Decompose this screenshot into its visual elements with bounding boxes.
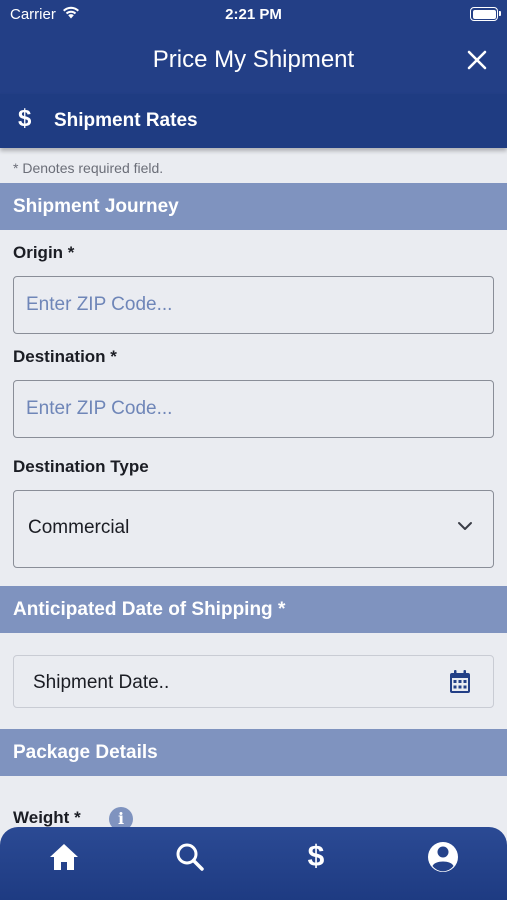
destination-label: Destination * xyxy=(13,347,117,366)
calendar-icon[interactable] xyxy=(449,669,471,694)
shipment-date-input[interactable]: Shipment Date.. xyxy=(13,655,494,708)
search-icon[interactable] xyxy=(170,839,210,875)
status-bar: Carrier 2:21 PM xyxy=(0,0,507,30)
status-time: 2:21 PM xyxy=(225,6,282,23)
shipment-rates-bar: $ Shipment Rates xyxy=(0,94,507,148)
destination-type-label: Destination Type xyxy=(13,457,149,476)
shipping-date-header: Anticipated Date of Shipping * xyxy=(0,586,507,633)
weight-label: Weight * xyxy=(13,808,81,827)
tab-bar: $ xyxy=(0,827,507,900)
dollar-icon: $ xyxy=(18,105,32,132)
chevron-down-icon xyxy=(458,522,472,530)
shipment-rates-label: Shipment Rates xyxy=(54,110,198,131)
destination-type-value: Commercial xyxy=(28,517,130,538)
shipment-date-placeholder: Shipment Date.. xyxy=(33,672,170,693)
required-field-note: * Denotes required field. xyxy=(13,160,164,176)
page-title: Price My Shipment xyxy=(152,46,355,73)
origin-label: Origin * xyxy=(13,243,75,262)
close-icon[interactable] xyxy=(465,48,489,72)
package-details-header: Package Details xyxy=(0,729,507,776)
origin-zip-input[interactable]: Enter ZIP Code... xyxy=(13,276,494,334)
battery-icon xyxy=(470,7,501,21)
destination-type-select[interactable]: Commercial xyxy=(13,490,494,568)
account-icon[interactable] xyxy=(423,839,463,875)
home-icon[interactable] xyxy=(44,839,84,875)
navigation-bar: Price My Shipment xyxy=(0,30,507,94)
destination-zip-input[interactable]: Enter ZIP Code... xyxy=(13,380,494,438)
dollar-icon[interactable]: $ xyxy=(296,839,336,875)
origin-placeholder: Enter ZIP Code... xyxy=(26,294,173,315)
destination-placeholder: Enter ZIP Code... xyxy=(26,398,173,419)
shipment-journey-header: Shipment Journey xyxy=(0,183,507,230)
